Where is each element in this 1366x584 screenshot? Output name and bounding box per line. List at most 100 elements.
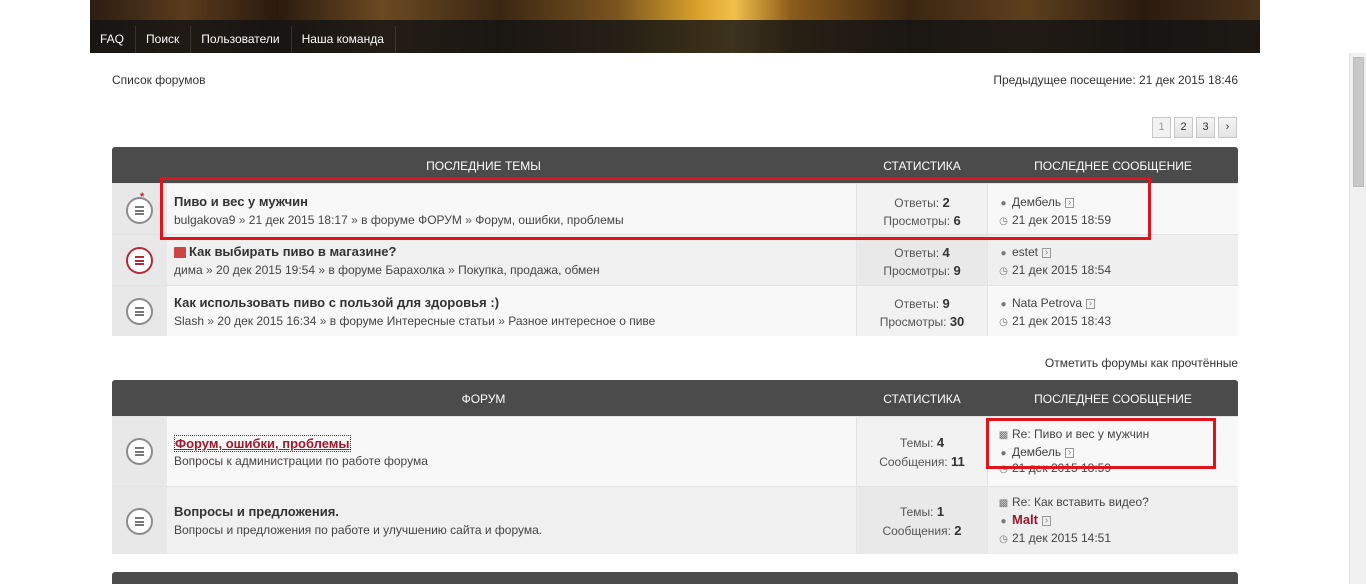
clock-icon: ◷ [999, 317, 1008, 328]
page-2[interactable]: 2 [1174, 117, 1193, 138]
subforum-link[interactable]: Разное интересное о пиве [508, 314, 655, 328]
latest-topics-header: ПОСЛЕДНИЕ ТЕМЫ СТАТИСТИКА ПОСЛЕДНЕЕ СООБ… [112, 147, 1238, 183]
last-user-link[interactable]: Дембель [1012, 195, 1061, 209]
last-post-date: ◷ 21 дек 2015 14:51 [999, 531, 1111, 545]
next-page-button[interactable]: › [1218, 117, 1237, 138]
nav-faq[interactable]: FAQ [90, 26, 137, 53]
goto-post-icon[interactable]: › [1042, 247, 1052, 258]
topic-read-icon [126, 298, 153, 325]
topic-date: 21 дек 2015 18:17 [248, 213, 348, 227]
clock-icon: ◷ [999, 266, 1008, 277]
forums-header: ФОРУМ СТАТИСТИКА ПОСЛЕДНЕЕ СООБЩЕНИЕ [112, 380, 1238, 416]
goto-post-icon[interactable]: › [1086, 298, 1096, 309]
replies-stat: Ответы: 4 [894, 245, 950, 260]
views-stat: Просмотры: 30 [879, 314, 965, 329]
last-post-author: ● Nata Petrova › [998, 296, 1096, 310]
topic-date: 20 дек 2015 16:34 [217, 314, 317, 328]
header-last-post: ПОСЛЕДНЕЕ СООБЩЕНИЕ [1034, 392, 1192, 406]
topics-stat: Темы: 1 [899, 504, 945, 519]
user-icon: ● [1000, 198, 1007, 209]
last-post-author: ● Дембель › [998, 445, 1075, 459]
topic-title[interactable]: Как использовать пиво с пользой для здор… [174, 295, 499, 310]
topic-title[interactable]: Как выбирать пиво в магазине? [174, 244, 396, 259]
nav-team[interactable]: Наша команда [292, 26, 396, 53]
in-forum-label: в форуме [328, 263, 382, 277]
last-post-subject-link[interactable]: Re: Пиво и вес у мужчин [1012, 427, 1149, 441]
header-stats: СТАТИСТИКА [883, 392, 961, 406]
page-scrollbar[interactable] [1349, 53, 1366, 584]
nav-users[interactable]: Пользователи [191, 26, 292, 53]
goto-post-icon[interactable]: › [1065, 197, 1075, 208]
breadcrumb-forum-list[interactable]: Список форумов [112, 73, 206, 87]
forum-description: Вопросы к администрации по работе форума [174, 454, 428, 468]
main-navbar: FAQ Поиск Пользователи Наша команда [90, 26, 396, 53]
topic-meta: дима » 20 дек 2015 19:54 » в форуме Бара… [174, 263, 600, 277]
forum-read-icon [126, 508, 153, 535]
topic-title[interactable]: Пиво и вес у мужчин [174, 194, 308, 209]
last-post-subject: ▩ Re: Как вставить видео? [998, 495, 1149, 509]
last-user-link[interactable]: Дембель [1012, 445, 1061, 459]
forum-read-icon [126, 438, 153, 465]
header-stats: СТАТИСТИКА [883, 159, 961, 173]
last-post-date: ◷ 21 дек 2015 18:59 [999, 213, 1111, 227]
header-forum: ФОРУМ [461, 392, 506, 406]
views-stat: Просмотры: 9 [883, 263, 961, 278]
forum-title[interactable]: Вопросы и предложения. [174, 504, 339, 519]
replies-stat: Ответы: 2 [894, 195, 950, 210]
nav-search[interactable]: Поиск [136, 26, 192, 53]
header-last-post: ПОСЛЕДНЕЕ СООБЩЕНИЕ [1034, 159, 1192, 173]
forum-description: Вопросы и предложения по работе и улучше… [174, 523, 543, 537]
topic-row: * Пиво и вес у мужчин bulgakova9 » 21 де… [112, 183, 1238, 234]
in-forum-label: в форуме [329, 314, 384, 328]
topics-stat: Темы: 4 [899, 435, 945, 450]
posts-stat: Сообщения: 2 [882, 523, 962, 538]
clock-icon: ◷ [999, 464, 1008, 475]
forum-link[interactable]: Барахолка [385, 263, 444, 277]
forum-row: Вопросы и предложения. Вопросы и предлож… [112, 486, 1238, 554]
comments-icon: ▩ [998, 430, 1009, 441]
header-latest-topics: ПОСЛЕДНИЕ ТЕМЫ [426, 159, 541, 173]
subforum-link[interactable]: Покупка, продажа, обмен [458, 263, 600, 277]
last-user-link[interactable]: Malt [1012, 512, 1038, 527]
last-post-author: ● Дембель › [998, 195, 1075, 209]
last-post-author: ● estet › [998, 245, 1052, 259]
forum-title[interactable]: Форум, ошибки, проблемы [174, 435, 351, 452]
goto-post-icon[interactable]: › [1042, 515, 1051, 526]
latest-topics-block: ПОСЛЕДНИЕ ТЕМЫ СТАТИСТИКА ПОСЛЕДНЕЕ СООБ… [112, 147, 1238, 336]
clock-icon: ◷ [999, 534, 1008, 545]
last-post-subject: ▩ Re: Пиво и вес у мужчин [998, 427, 1149, 441]
subforum-link[interactable]: Форум, ошибки, проблемы [475, 213, 623, 227]
topic-author[interactable]: дима [174, 263, 203, 277]
header-banner: FAQ Поиск Пользователи Наша команда [0, 0, 1366, 53]
forums-block: ФОРУМ СТАТИСТИКА ПОСЛЕДНЕЕ СООБЩЕНИЕ Фор… [112, 380, 1238, 554]
pagination: 1 2 3 › [1152, 117, 1237, 138]
goto-post-icon[interactable]: › [1065, 447, 1075, 458]
last-post-date: ◷ 21 дек 2015 18:59 [999, 461, 1111, 475]
user-icon: ● [1000, 299, 1007, 310]
topic-row: Как использовать пиво с пользой для здор… [112, 285, 1238, 336]
last-user-link[interactable]: Nata Petrova [1012, 296, 1082, 310]
topic-row: Как выбирать пиво в магазине? дима » 20 … [112, 234, 1238, 285]
topic-author[interactable]: bulgakova9 [174, 213, 235, 227]
forum-link[interactable]: ФОРУМ [418, 213, 462, 227]
user-icon: ● [1000, 248, 1007, 259]
last-post-date: ◷ 21 дек 2015 18:43 [999, 314, 1111, 328]
last-post-author: ● Malt › [998, 512, 1051, 527]
attachment-icon [174, 247, 186, 259]
topic-date: 20 дек 2015 19:54 [216, 263, 316, 277]
page-3[interactable]: 3 [1196, 117, 1215, 138]
posts-stat: Сообщения: 11 [879, 454, 965, 469]
last-user-link[interactable]: estet [1012, 245, 1038, 259]
views-stat: Просмотры: 6 [883, 213, 961, 228]
forum-link[interactable]: Интересные статьи [387, 314, 495, 328]
mark-forums-read-link[interactable]: Отметить форумы как прочтённые [1045, 356, 1238, 370]
in-forum-label: в форуме [361, 213, 415, 227]
topic-author[interactable]: Slash [174, 314, 204, 328]
clock-icon: ◷ [999, 216, 1008, 227]
next-block-header [112, 572, 1238, 584]
topic-hot-icon [126, 247, 153, 274]
forum-row: Форум, ошибки, проблемы Вопросы к админи… [112, 416, 1238, 486]
user-icon: ● [1000, 516, 1007, 527]
scrollbar-thumb[interactable] [1353, 57, 1364, 187]
last-post-subject-link[interactable]: Re: Как вставить видео? [1012, 495, 1149, 509]
